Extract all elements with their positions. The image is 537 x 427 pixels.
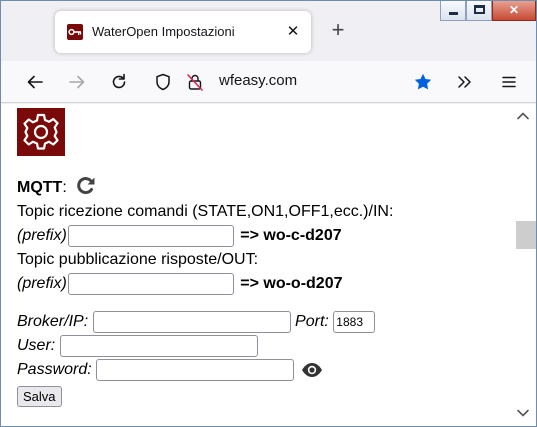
minimize-button[interactable] xyxy=(440,1,466,21)
back-arrow-icon xyxy=(27,75,43,89)
close-icon: ✕ xyxy=(508,3,520,17)
navigation-toolbar: wfeasy.com xyxy=(1,61,536,103)
in-topic-row: (prefix) => wo-c-d207 xyxy=(17,224,507,248)
tab-close-icon[interactable]: ✕ xyxy=(283,22,303,42)
broker-row: Broker/IP: Port: xyxy=(17,310,507,334)
overflow-button[interactable] xyxy=(451,68,479,96)
forward-arrow-icon xyxy=(69,75,85,89)
new-tab-button[interactable]: + xyxy=(324,16,352,44)
port-input[interactable] xyxy=(333,310,376,333)
settings-form: MQTT: Topic ricezione comandi (STATE,ON1… xyxy=(17,108,507,409)
window-controls: ✕ xyxy=(440,1,536,23)
vertical-scrollbar[interactable] xyxy=(510,104,536,426)
out-prefix-label: (prefix) xyxy=(17,275,67,292)
app-menu-button[interactable] xyxy=(495,68,523,96)
password-label: Password: xyxy=(17,361,92,378)
page-content: MQTT: Topic ricezione comandi (STATE,ON1… xyxy=(1,104,536,426)
lock-off-icon xyxy=(187,74,203,91)
out-arrow: => xyxy=(240,275,259,292)
maximize-button[interactable] xyxy=(466,1,492,21)
reload-button[interactable] xyxy=(105,68,133,96)
user-label: User: xyxy=(17,337,56,354)
active-tab[interactable]: WaterOpen Impostazioni ✕ xyxy=(55,11,311,53)
gear-icon[interactable] xyxy=(17,108,65,156)
back-button[interactable] xyxy=(21,68,49,96)
in-prefix-input[interactable] xyxy=(67,224,234,247)
out-prefix-input[interactable] xyxy=(67,272,234,295)
scrollbar-thumb[interactable] xyxy=(516,221,536,249)
star-icon xyxy=(414,73,432,90)
mqtt-label: MQTT xyxy=(17,179,63,196)
tracking-protection-button[interactable] xyxy=(149,68,177,96)
forward-button[interactable] xyxy=(63,68,91,96)
reload-icon xyxy=(112,73,126,89)
in-topic-value: wo-c-d207 xyxy=(263,227,342,244)
broker-label: Broker/IP: xyxy=(17,313,89,330)
user-input[interactable] xyxy=(59,334,258,357)
browser-window: WaterOpen Impostazioni ✕ + ✕ wfeasy.com … xyxy=(0,0,537,427)
bookmark-button[interactable] xyxy=(409,68,437,96)
menu-icon xyxy=(502,76,516,88)
password-row: Password: xyxy=(17,358,507,382)
mqtt-colon: : xyxy=(62,179,67,196)
in-arrow: => xyxy=(240,227,259,244)
port-label: Port: xyxy=(295,313,329,330)
tab-title: WaterOpen Impostazioni xyxy=(92,24,235,39)
url-bar[interactable]: wfeasy.com xyxy=(219,72,297,89)
eye-icon[interactable] xyxy=(301,362,323,378)
chevrons-right-icon xyxy=(458,76,471,88)
minimize-icon xyxy=(449,12,458,15)
site-security-button[interactable] xyxy=(181,68,209,96)
scroll-down-icon[interactable] xyxy=(515,406,531,420)
in-topic-label: Topic ricezione comandi (STATE,ON1,OFF1,… xyxy=(17,203,394,220)
in-prefix-label: (prefix) xyxy=(17,227,67,244)
out-topic-label: Topic pubblicazione risposte/OUT: xyxy=(17,251,259,268)
user-row: User: xyxy=(17,334,507,358)
scroll-up-icon[interactable] xyxy=(515,109,531,123)
refresh-icon[interactable] xyxy=(75,176,97,196)
out-topic-row: (prefix) => wo-o-d207 xyxy=(17,272,507,296)
save-button[interactable]: Salva xyxy=(17,386,62,407)
close-window-button[interactable]: ✕ xyxy=(492,1,536,21)
password-input[interactable] xyxy=(96,358,295,381)
broker-input[interactable] xyxy=(92,310,291,333)
shield-icon xyxy=(156,73,170,91)
key-favicon-icon xyxy=(67,24,83,40)
maximize-icon xyxy=(474,5,485,14)
mqtt-heading-row: MQTT: xyxy=(17,176,507,200)
out-topic-value: wo-o-d207 xyxy=(263,275,343,292)
